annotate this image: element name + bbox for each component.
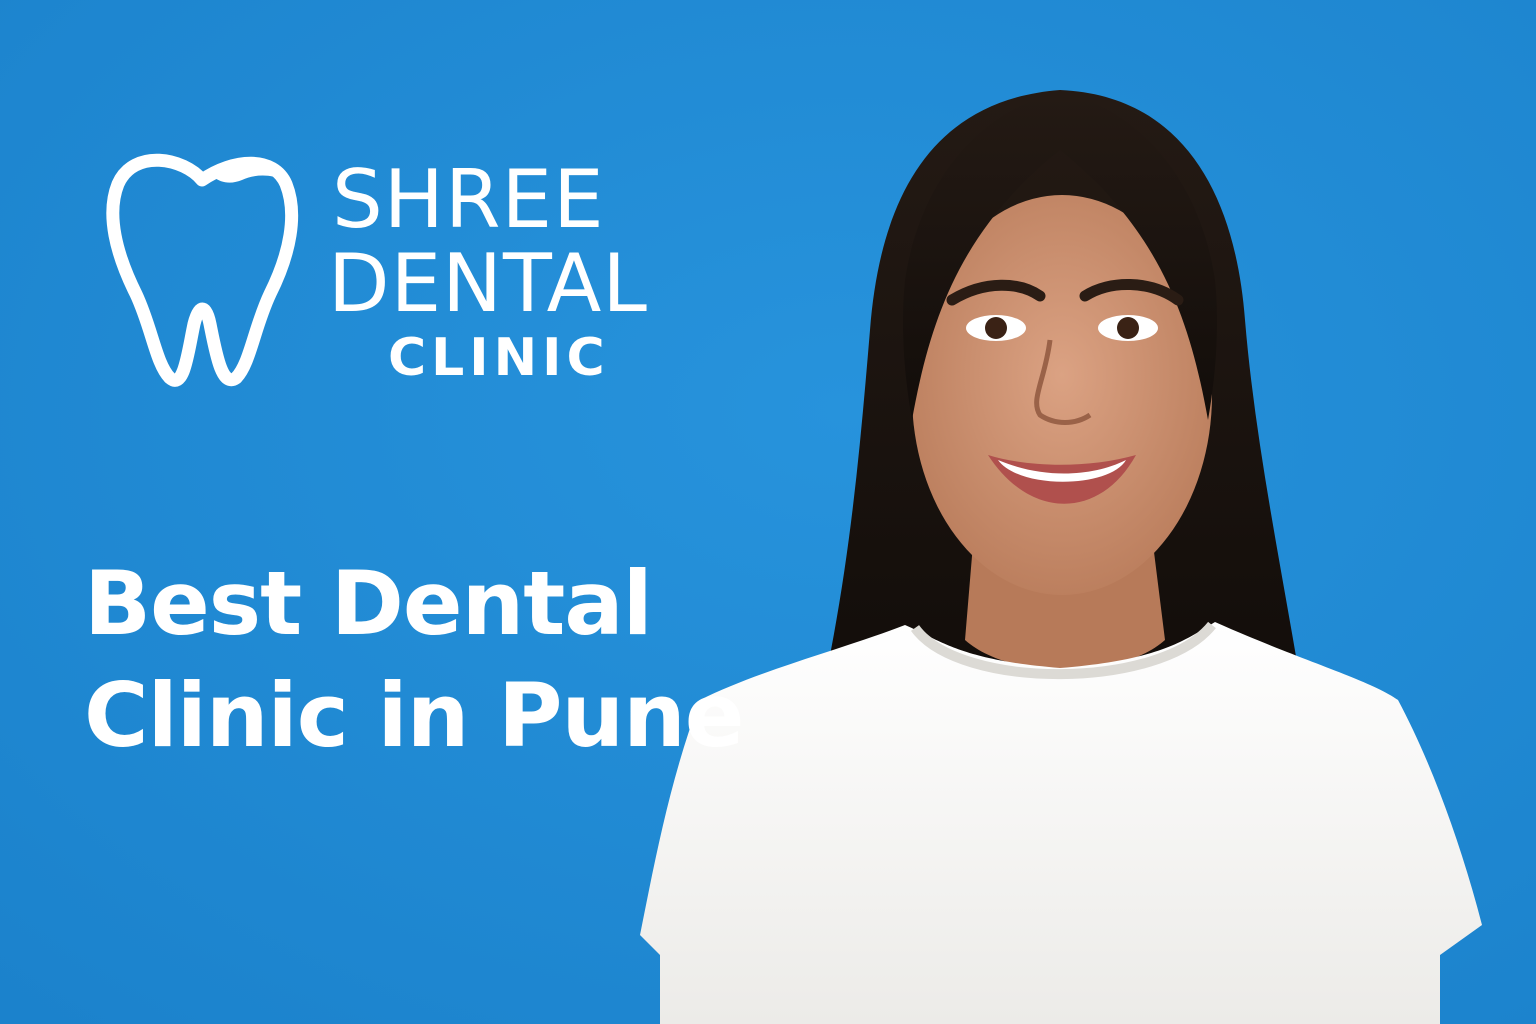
brand-line-shree: SHREE [332,153,605,246]
dental-clinic-banner: SHREE DENTAL CLINIC Best Dental Clinic i… [0,0,1536,1024]
brand-line-dental: DENTAL [328,237,648,330]
headline-line-2: Clinic in Pune [84,664,744,767]
tooth-icon [106,153,299,387]
headline-line-1: Best Dental [84,552,653,655]
white-tshirt [640,622,1482,1024]
headline: Best Dental Clinic in Pune [84,548,744,772]
brand-line-clinic: CLINIC [388,328,610,388]
brand-name: SHREE DENTAL CLINIC [328,158,728,390]
